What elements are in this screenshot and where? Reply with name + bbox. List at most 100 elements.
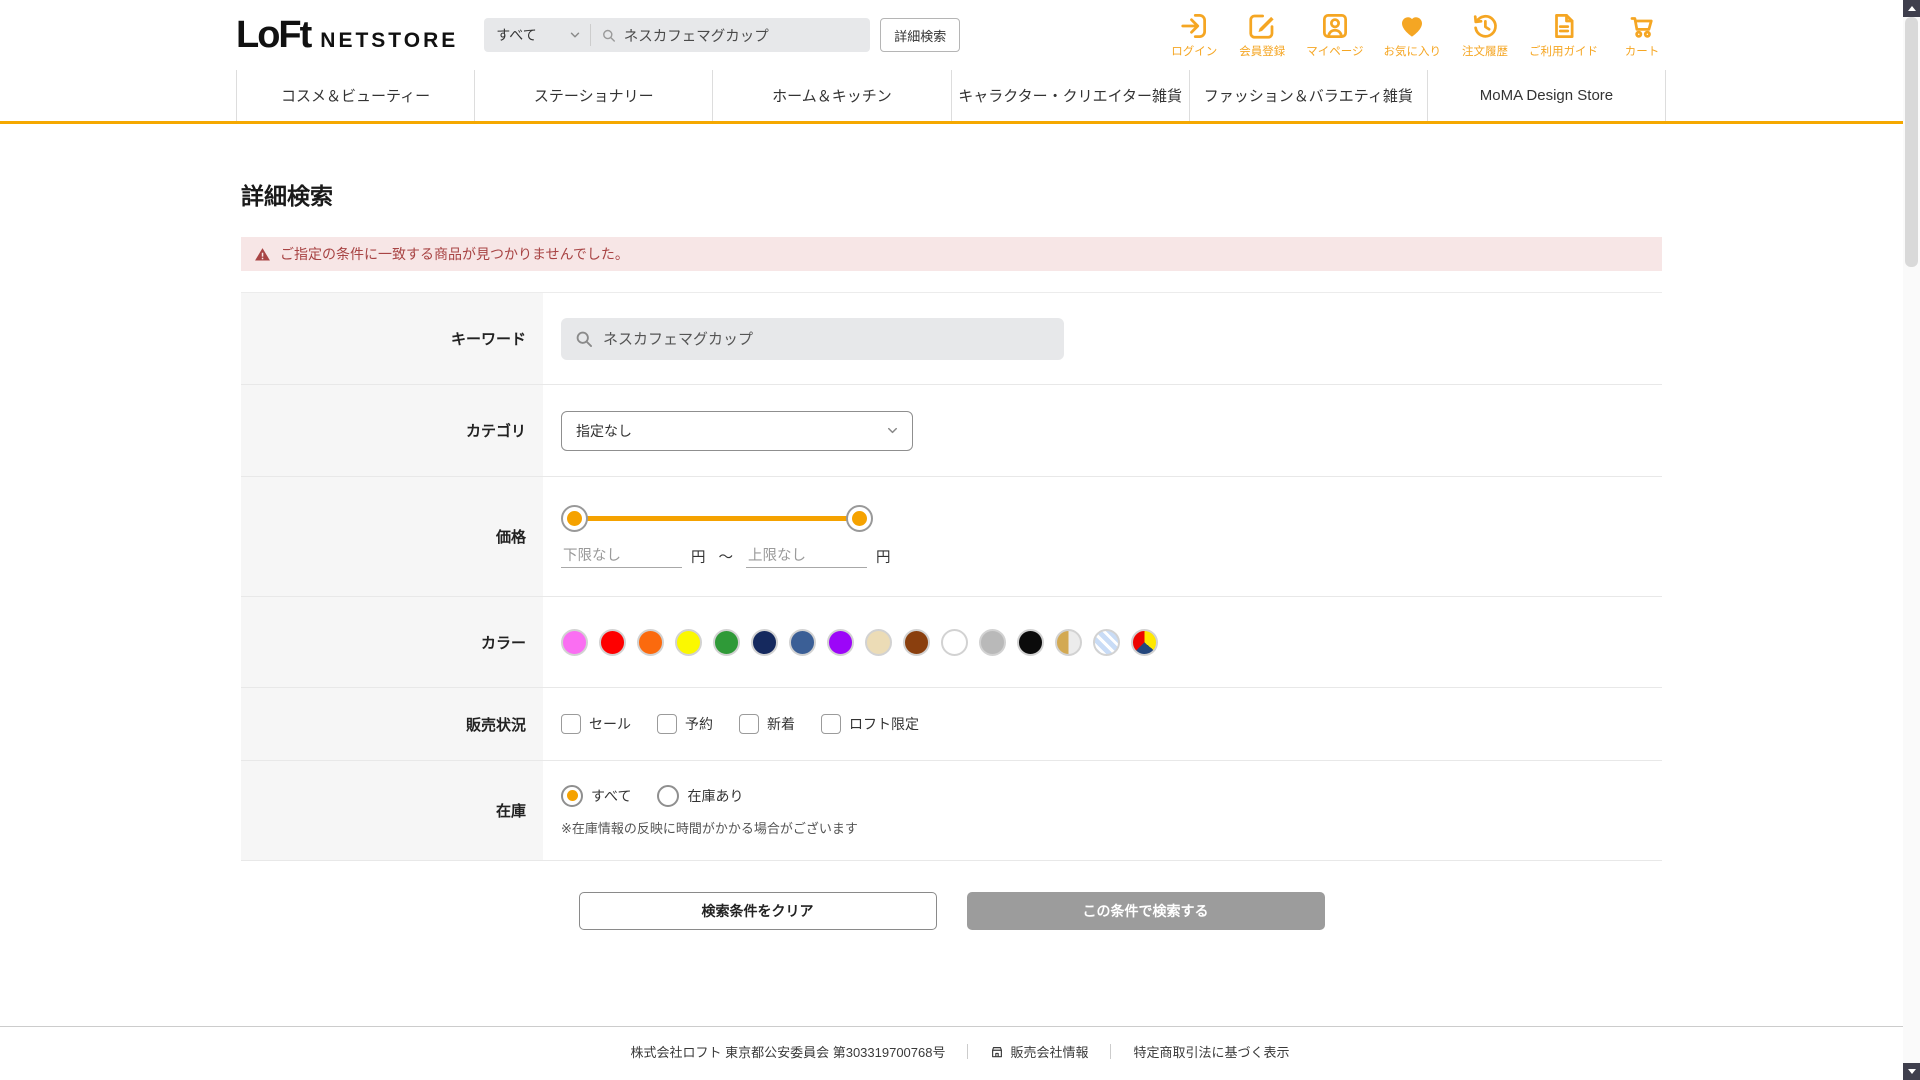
history-icon [1470, 11, 1500, 41]
site-footer: 株式会社ロフト 東京都公安委員会 第303319700768号 販売会社情報 特… [0, 1026, 1920, 1080]
color-swatch-red[interactable] [599, 629, 626, 656]
utility-cart[interactable]: カート [1618, 11, 1666, 59]
seller-info-link[interactable]: 販売会社情報 [990, 1042, 1088, 1061]
company-registration-text: 株式会社ロフト 東京都公安委員会 第303319700768号 [630, 1042, 945, 1061]
color-label: カラー [241, 597, 543, 687]
slider-track [571, 516, 863, 521]
color-swatch-multicolor[interactable] [1131, 629, 1158, 656]
color-swatch-navy[interactable] [751, 629, 778, 656]
search-category-select[interactable]: すべて [484, 25, 590, 45]
chevron-down-icon [568, 28, 582, 42]
color-swatch-brown[interactable] [903, 629, 930, 656]
stock-label: 在庫 [241, 761, 543, 860]
loft-logo[interactable]: LoFt NETSTORE [236, 14, 458, 57]
price-max-input[interactable] [746, 545, 867, 568]
search-form: キーワード カテゴリ 指定なし 価格 [241, 292, 1662, 861]
color-swatch-green[interactable] [713, 629, 740, 656]
checkbox-new-arrival[interactable]: 新着 [739, 714, 795, 734]
header-search-bar: すべて [484, 18, 870, 52]
page-title: 詳細検索 [241, 177, 1662, 211]
header-search-input[interactable] [624, 27, 860, 43]
keyword-label: キーワード [241, 293, 543, 384]
store-icon [990, 1045, 1004, 1059]
color-swatch-purple[interactable] [827, 629, 854, 656]
yen-label: 円 [876, 546, 891, 567]
mypage-icon [1320, 11, 1350, 41]
clear-conditions-button[interactable]: 検索条件をクリア [579, 892, 937, 930]
price-slider-max-handle[interactable] [846, 505, 873, 532]
price-label: 価格 [241, 477, 543, 596]
keyword-row: キーワード [241, 293, 1662, 385]
site-header: LoFt NETSTORE すべて 詳細検索 [0, 0, 1920, 124]
scroll-down-arrow-icon [1908, 1069, 1916, 1074]
nav-item-moma[interactable]: MoMA Design Store [1427, 70, 1666, 121]
price-min-input[interactable] [561, 545, 682, 568]
footer-divider [967, 1044, 968, 1059]
vertical-scrollbar [1903, 0, 1920, 1080]
sales-status-label: 販売状況 [241, 688, 543, 760]
search-icon [574, 329, 594, 349]
heart-icon [1397, 11, 1427, 41]
color-swatch-yellow[interactable] [675, 629, 702, 656]
category-row: カテゴリ 指定なし [241, 385, 1662, 477]
utility-menu: ログイン 会員登録 マイページ お気に入り 注文履歴 [1170, 11, 1666, 59]
color-swatch-beige[interactable] [865, 629, 892, 656]
color-swatch-blue[interactable] [789, 629, 816, 656]
scroll-down-button[interactable] [1903, 1063, 1920, 1080]
color-swatch-black[interactable] [1017, 629, 1044, 656]
color-swatch-orange[interactable] [637, 629, 664, 656]
commercial-law-link[interactable]: 特定商取引法に基づく表示 [1133, 1042, 1289, 1061]
radio-circle [657, 785, 679, 807]
chevron-down-icon [885, 423, 900, 438]
sales-status-row: 販売状況 セール 予約 新着 [241, 688, 1662, 761]
yen-label: 円 [691, 546, 706, 567]
register-icon [1247, 11, 1277, 41]
checkbox-box [561, 714, 581, 734]
utility-register[interactable]: 会員登録 [1238, 11, 1286, 59]
nav-item-character[interactable]: キャラクター・クリエイター雑貨 [951, 70, 1189, 121]
warning-icon [254, 246, 271, 263]
color-swatch-pink[interactable] [561, 629, 588, 656]
category-select[interactable]: 指定なし [561, 411, 913, 451]
color-row: カラー [241, 597, 1662, 688]
logo-loft-text: LoFt [236, 14, 310, 57]
color-swatch-gray[interactable] [979, 629, 1006, 656]
search-with-conditions-button[interactable]: この条件で検索する [967, 892, 1325, 930]
checkbox-loft-exclusive[interactable]: ロフト限定 [821, 714, 919, 734]
search-category-value: すべて [496, 25, 536, 45]
color-swatch-white[interactable] [941, 629, 968, 656]
radio-all[interactable]: すべて [561, 785, 631, 807]
keyword-input[interactable] [561, 318, 1064, 360]
price-slider-min-handle[interactable] [561, 505, 588, 532]
utility-login[interactable]: ログイン [1170, 11, 1218, 59]
nav-item-home-kitchen[interactable]: ホーム＆キッチン [712, 70, 950, 121]
footer-divider [1110, 1044, 1111, 1059]
color-swatch-gold-silver[interactable] [1055, 629, 1082, 656]
color-swatch-light-blue-stripe[interactable] [1093, 629, 1120, 656]
checkbox-box [657, 714, 677, 734]
radio-circle [561, 785, 583, 807]
guide-icon [1549, 11, 1579, 41]
category-label: カテゴリ [241, 385, 543, 476]
login-icon [1179, 11, 1209, 41]
utility-mypage[interactable]: マイページ [1306, 11, 1363, 59]
nav-item-fashion[interactable]: ファッション＆バラエティ雑貨 [1189, 70, 1427, 121]
utility-favorites[interactable]: お気に入り [1384, 11, 1442, 59]
nav-item-stationery[interactable]: ステーショナリー [474, 70, 712, 121]
price-range-slider [561, 505, 873, 532]
tilde-label: ～ [719, 546, 734, 567]
scrollbar-thumb[interactable] [1905, 17, 1918, 267]
nav-item-cosme[interactable]: コスメ＆ビューティー [236, 70, 474, 121]
logo-netstore-text: NETSTORE [320, 29, 458, 53]
search-icon [601, 27, 617, 44]
checkbox-reservation[interactable]: 予約 [657, 714, 713, 734]
radio-in-stock[interactable]: 在庫あり [657, 785, 743, 807]
utility-guide[interactable]: ご利用ガイド [1529, 11, 1598, 59]
checkbox-sale[interactable]: セール [561, 714, 631, 734]
detail-search-button[interactable]: 詳細検索 [880, 18, 960, 52]
stock-note: ※在庫情報の反映に時間がかかる場合がございます [561, 818, 858, 837]
utility-order-history[interactable]: 注文履歴 [1461, 11, 1509, 59]
scroll-up-button[interactable] [1903, 0, 1920, 17]
scroll-up-arrow-icon [1908, 6, 1916, 11]
category-value: 指定なし [576, 421, 632, 441]
